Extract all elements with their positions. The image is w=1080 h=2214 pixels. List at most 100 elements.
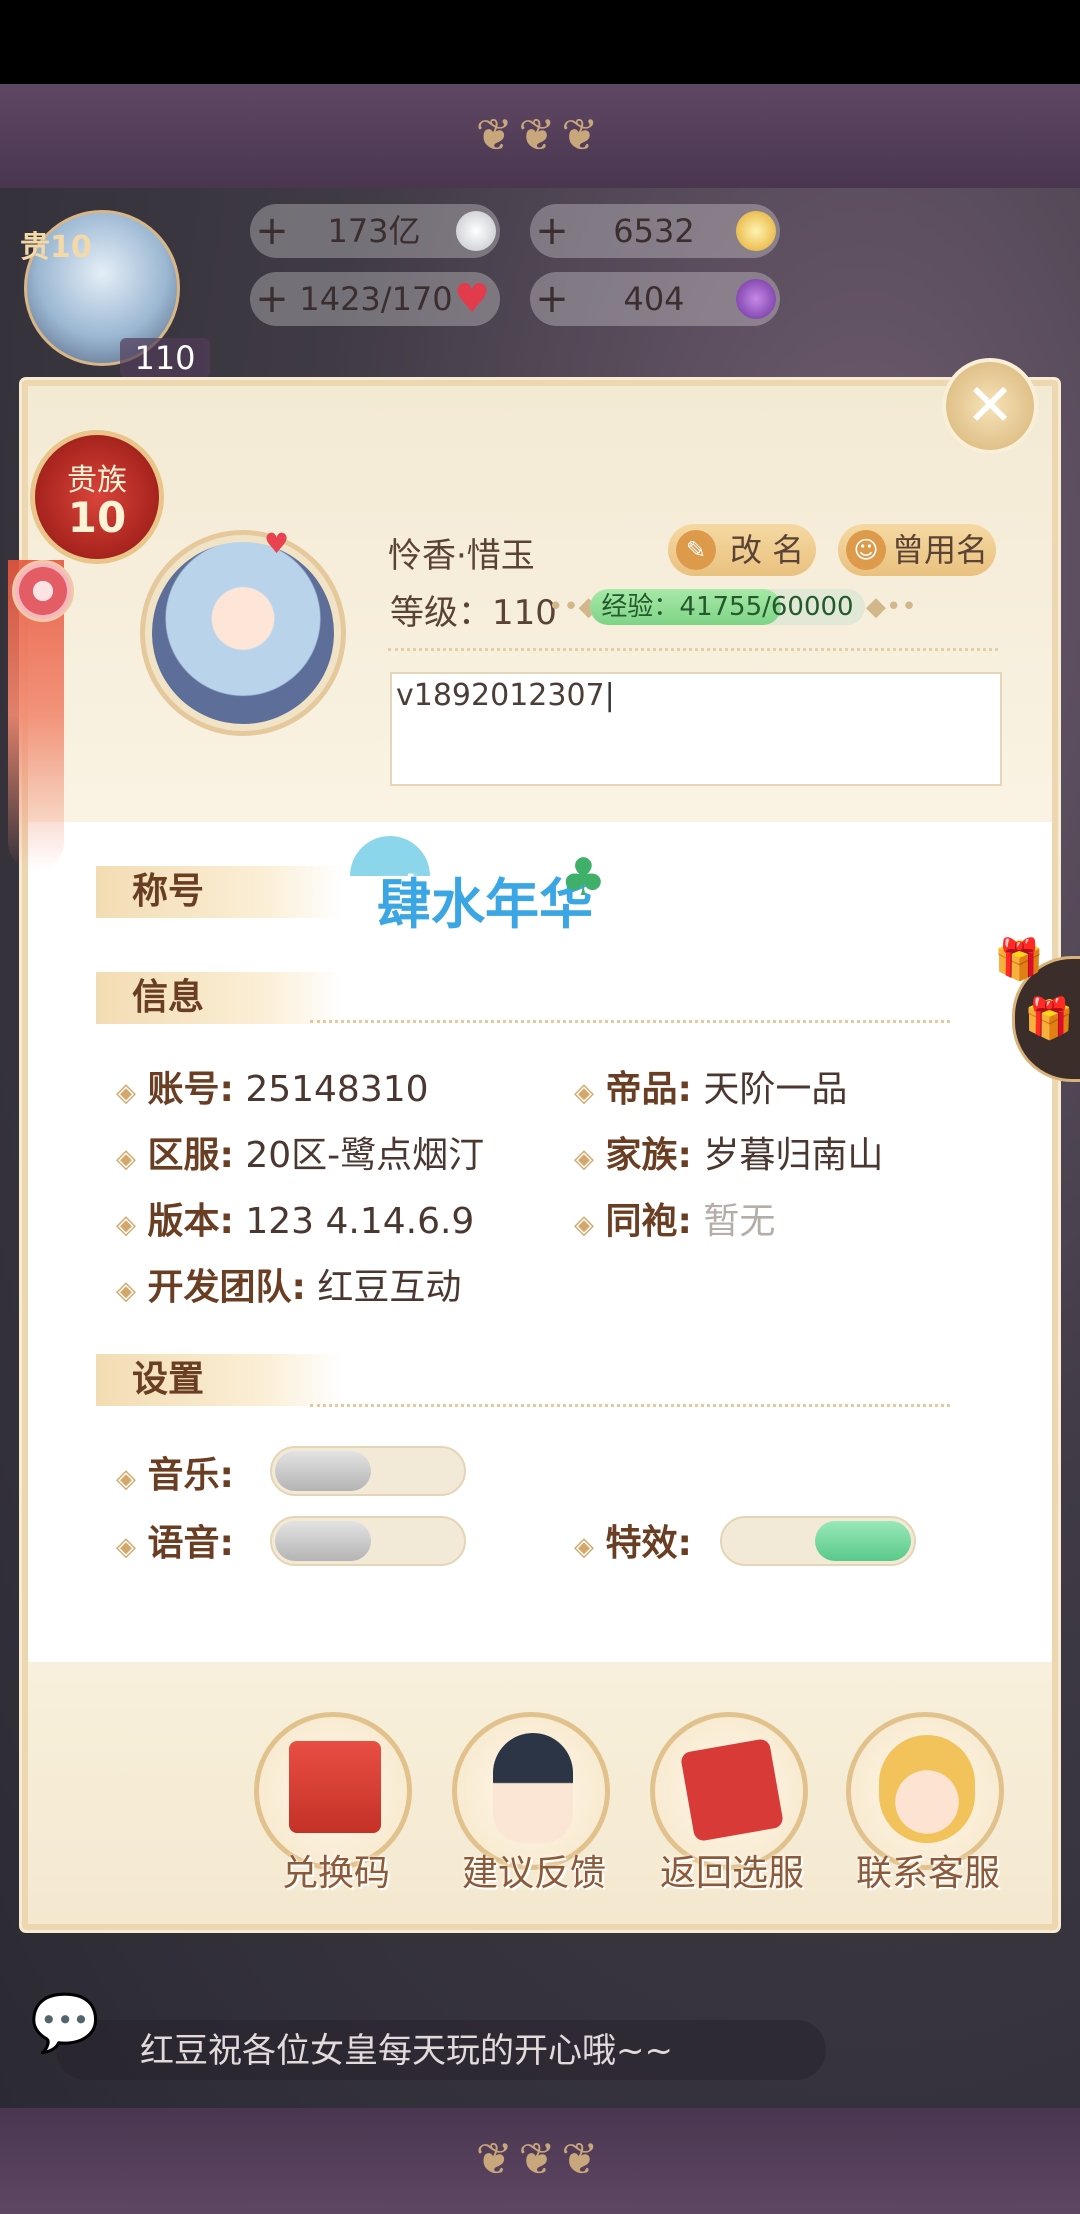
diamond-bullet-icon: ◈	[116, 1144, 136, 1174]
add-gem-button[interactable]: +	[530, 272, 574, 326]
effects-toggle[interactable]	[720, 1516, 916, 1566]
history-name-button[interactable]: ☺ 曾用名	[838, 524, 996, 576]
info-value: 20区-鹭点烟汀	[245, 1135, 485, 1176]
info-robe: ◈ 同袍: 暂无	[574, 1192, 775, 1244]
close-button[interactable]: ✕	[942, 358, 1038, 454]
gift-icon: 🎁	[994, 937, 1044, 983]
section-settings: 设置	[96, 1354, 342, 1406]
noble-rank-badge: 贵族 10	[30, 430, 164, 564]
voice-toggle[interactable]	[270, 1516, 466, 1566]
redeem-code-label: 兑换码	[281, 1853, 390, 1894]
info-account: ◈ 账号: 25148310	[116, 1060, 429, 1112]
ornament-icon: ❦❦❦	[475, 2134, 605, 2185]
diamond-bullet-icon: ◈	[574, 1532, 594, 1562]
diamond-bullet-icon: ◈	[116, 1078, 136, 1108]
gold-ingot-icon	[736, 211, 776, 251]
exp-bar: 经验：41755/60000	[590, 589, 865, 625]
silver-value: 173亿	[327, 212, 421, 250]
resource-gold: + 6532	[530, 204, 780, 258]
info-key: 区服:	[147, 1135, 234, 1176]
info-rank: ◈ 帝品: 天阶一品	[574, 1060, 847, 1112]
section-divider	[310, 1404, 950, 1407]
player-level: 等级：110	[390, 593, 557, 633]
info-key: 版本:	[147, 1201, 234, 1242]
footer-frame: ❦❦❦	[0, 2108, 1080, 2214]
top-noble-badge: 贵10	[20, 230, 92, 265]
customer-service-icon	[879, 1735, 975, 1843]
resource-stamina: + 1423/170 ♥	[250, 272, 500, 326]
top-level-label: 110	[120, 338, 210, 378]
feedback-character-icon	[493, 1733, 573, 1843]
return-book-icon	[679, 1737, 785, 1843]
rename-label: 改 名	[730, 531, 805, 569]
toggle-knob	[815, 1521, 911, 1561]
exp-label: 经验：41755/60000	[601, 592, 854, 622]
purple-gem-icon	[736, 279, 776, 319]
info-key: 开发团队:	[147, 1267, 306, 1308]
header-frame: ❦❦❦	[0, 84, 1080, 188]
setting-effects: ◈ 特效:	[574, 1514, 692, 1566]
diamond-bullet-icon: ◈	[574, 1144, 594, 1174]
info-key: 同袍:	[605, 1201, 692, 1242]
gold-value: 6532	[613, 212, 695, 250]
add-gold-button[interactable]: +	[530, 204, 574, 258]
return-server-label: 返回选服	[659, 1853, 804, 1894]
heart-icon: ♥	[264, 527, 290, 560]
gift-box-icon	[289, 1741, 381, 1833]
toggle-knob	[275, 1521, 371, 1561]
noble-level: 10	[67, 493, 127, 542]
announcement-text: 红豆祝各位女皇每天玩的开心哦~~	[140, 2031, 673, 2071]
diamond-bullet-icon: ◈	[116, 1210, 136, 1240]
info-version: ◈ 版本: 123 4.14.6.9	[116, 1192, 474, 1244]
info-key: 账号:	[147, 1069, 234, 1110]
rename-button[interactable]: ✎ 改 名	[668, 524, 816, 576]
heart-icon: ♥	[454, 276, 490, 322]
person-icon: ☺	[846, 530, 886, 570]
palm-tree-icon: ♣	[560, 848, 607, 908]
resource-gem: + 404	[530, 272, 780, 326]
customer-service-label: 联系客服	[855, 1853, 1000, 1894]
diamond-bullet-icon: ◈	[116, 1532, 136, 1562]
dotted-decoration: ◆••	[866, 592, 917, 622]
brush-icon: ✎	[676, 530, 716, 570]
diamond-bullet-icon: ◈	[574, 1078, 594, 1108]
info-value: 25148310	[245, 1069, 429, 1110]
flower-icon	[12, 560, 74, 622]
music-toggle[interactable]	[270, 1446, 466, 1496]
gem-value: 404	[623, 280, 685, 318]
info-value: 天阶一品	[703, 1069, 848, 1110]
add-stamina-button[interactable]: +	[250, 272, 294, 326]
resource-silver: + 173亿	[250, 204, 500, 258]
silver-coin-icon	[456, 211, 496, 251]
signature-text: v1892012307	[396, 678, 605, 713]
toggle-knob	[275, 1451, 371, 1491]
info-family: ◈ 家族: 岁暮归南山	[574, 1126, 883, 1178]
history-name-label: 曾用名	[892, 531, 989, 569]
info-value: 岁暮归南山	[703, 1135, 884, 1176]
setting-label: 特效:	[605, 1523, 692, 1564]
player-name: 怜香·惜玉	[388, 536, 535, 576]
info-key: 帝品:	[605, 1069, 692, 1110]
player-avatar[interactable]	[152, 542, 334, 724]
section-info: 信息	[96, 972, 342, 1024]
chat-bubble-icon[interactable]: 💬	[30, 1990, 110, 2060]
setting-voice: ◈ 语音:	[116, 1514, 234, 1566]
status-bar-area	[0, 0, 1080, 84]
info-team: ◈ 开发团队: 红豆互动	[116, 1258, 461, 1310]
info-value: 红豆互动	[317, 1267, 462, 1308]
divider	[388, 648, 998, 651]
diamond-bullet-icon: ◈	[116, 1464, 136, 1494]
info-key: 家族:	[605, 1135, 692, 1176]
info-server: ◈ 区服: 20区-鹭点烟汀	[116, 1126, 484, 1178]
diamond-bullet-icon: ◈	[116, 1276, 136, 1306]
add-silver-button[interactable]: +	[250, 204, 294, 258]
signature-input[interactable]: v1892012307|	[390, 672, 1002, 786]
section-divider	[310, 1020, 950, 1023]
ornament-icon: ❦❦❦	[475, 110, 605, 161]
stamina-value: 1423/170	[299, 280, 453, 318]
info-value: 123 4.14.6.9	[245, 1201, 475, 1242]
setting-music: ◈ 音乐:	[116, 1446, 234, 1498]
feedback-label: 建议反馈	[461, 1853, 606, 1894]
diamond-bullet-icon: ◈	[574, 1210, 594, 1240]
setting-label: 语音:	[147, 1523, 234, 1564]
